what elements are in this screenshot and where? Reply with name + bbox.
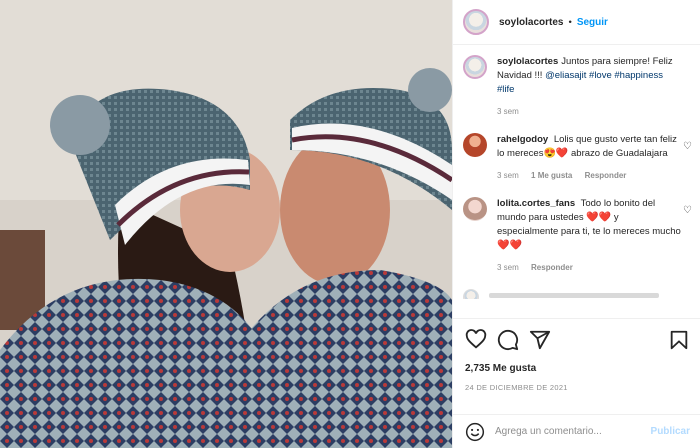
emoji-icon[interactable] <box>465 422 485 442</box>
comment-like-icon[interactable]: ♡ <box>683 205 692 216</box>
comment-avatar[interactable] <box>463 289 479 299</box>
comment-text-2: abrazo de Guadalajara <box>571 148 668 159</box>
separator-dot: • <box>568 16 572 28</box>
heart-icon[interactable] <box>465 329 487 351</box>
add-comment-bar: Agrega un comentario... Publicar <box>453 414 700 448</box>
follow-button[interactable]: Seguir <box>577 17 608 28</box>
list-item: lolita.cortes_fans Todo lo bonito del mu… <box>463 197 692 275</box>
comment-likes[interactable]: 1 Me gusta <box>531 171 572 180</box>
comment-emoji: ❤️❤️ <box>586 212 612 223</box>
comment-like-icon[interactable]: ♡ <box>683 141 692 152</box>
comment-icon[interactable] <box>497 329 519 351</box>
avatar[interactable] <box>463 9 489 35</box>
action-bar: 2,735 Me gusta 24 DE DICIEMBRE DE 2021 <box>453 318 700 392</box>
share-icon[interactable] <box>529 329 551 351</box>
comment-time: 3 sem <box>497 171 519 180</box>
comment-username[interactable]: rahelgodoy <box>497 134 548 145</box>
post-photo[interactable] <box>0 0 452 448</box>
likes-count[interactable]: 2,735 Me gusta <box>465 363 690 374</box>
comment-avatar[interactable] <box>463 197 487 221</box>
comments-list[interactable]: soylolacortes Juntos para siempre! Feliz … <box>453 45 700 329</box>
post-sidebar: soylolacortes • Seguir soylolacortes Junt… <box>452 0 700 448</box>
reply-button[interactable]: Responder <box>585 171 627 180</box>
comment-username[interactable]: lolita.cortes_fans <box>497 198 575 209</box>
comment-time: 3 sem <box>497 263 519 272</box>
caption-username[interactable]: soylolacortes <box>497 56 558 67</box>
bookmark-icon[interactable] <box>668 329 690 351</box>
caption-avatar[interactable] <box>463 55 487 79</box>
partial-comment-text <box>489 293 659 298</box>
post-header: soylolacortes • Seguir <box>453 0 700 45</box>
caption-mention[interactable]: @eliasajit <box>545 70 586 81</box>
publish-button[interactable]: Publicar <box>651 426 690 437</box>
comment-avatar[interactable] <box>463 133 487 157</box>
post-image <box>0 0 452 448</box>
comment-input[interactable]: Agrega un comentario... <box>495 426 602 437</box>
comment-emoji-2: ❤️❤️ <box>497 240 522 251</box>
partial-comment <box>463 289 692 299</box>
post-date: 24 DE DICIEMBRE DE 2021 <box>465 383 568 392</box>
header-username[interactable]: soylolacortes <box>499 17 563 28</box>
reply-button[interactable]: Responder <box>531 263 573 272</box>
list-item: rahelgodoy Lolis que gusto verte tan fel… <box>463 133 692 183</box>
comment-emoji: 😍❤️ <box>543 148 569 159</box>
caption-time: 3 sem <box>497 107 519 116</box>
caption: soylolacortes Juntos para siempre! Feliz … <box>463 55 692 119</box>
